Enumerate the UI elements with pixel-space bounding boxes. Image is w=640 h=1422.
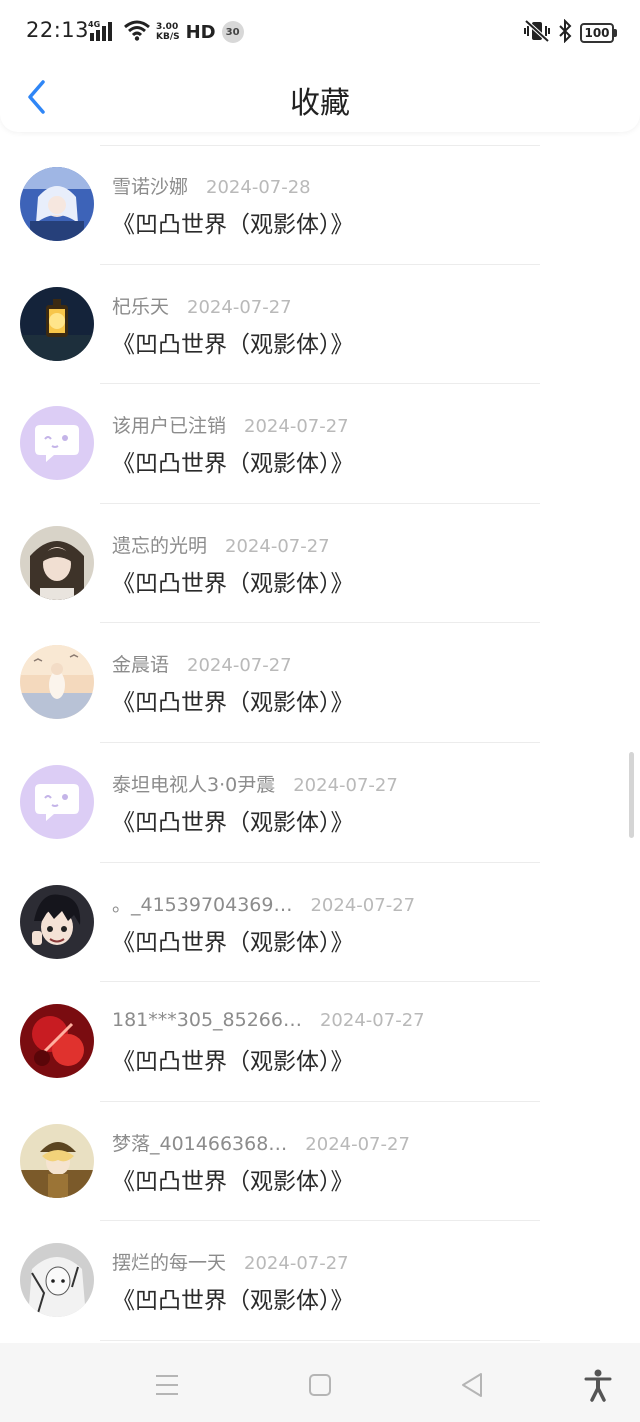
meta-row: 181***305_85266… 2024-07-27 (112, 1009, 530, 1031)
item-title[interactable]: 《凹凸世界（观影体）》 (112, 325, 354, 359)
battery-icon: 100 (580, 23, 617, 43)
accessibility-icon (584, 1369, 612, 1402)
meta-row: 泰坦电视人3·0尹震 2024-07-27 (112, 770, 530, 797)
anime-hat-avatar[interactable] (20, 1123, 94, 1198)
meta-row: 该用户已注销 2024-07-27 (112, 411, 530, 438)
item-title[interactable]: 《凹凸世界（观影体）》 (112, 564, 354, 598)
network-speed: 3.00 KB/S (156, 22, 180, 42)
home-button[interactable] (300, 1365, 340, 1405)
accessibility-button[interactable] (578, 1365, 618, 1405)
sketch-girl-avatar[interactable] (20, 1243, 94, 1318)
list-item[interactable]: 181***305_85266… 2024-07-27 《凹凸世界（观影体）》 (0, 982, 640, 1102)
username[interactable]: 该用户已注销 (112, 411, 226, 438)
date: 2024-07-27 (244, 1253, 349, 1275)
meta-row: 杞乐天 2024-07-27 (112, 292, 530, 319)
status-left-icons: 4G 3.00 KB/S HD 30 (88, 19, 244, 45)
home-square-icon (309, 1374, 331, 1396)
username[interactable]: 金晨语 (112, 650, 169, 677)
username[interactable]: 。_41539704369… (112, 890, 292, 917)
anime-blue-avatar[interactable] (20, 167, 94, 241)
list-item[interactable]: 。_41539704369… 2024-07-27 《凹凸世界（观影体）》 (0, 863, 640, 983)
date: 2024-07-27 (187, 655, 292, 677)
network-speed-value: 3.00 (156, 22, 179, 32)
favorites-screen: 22:13 4G 3.00 KB/S HD 30 100 收藏 雪诺沙娜 202… (0, 0, 640, 1422)
meta-row: 。_41539704369… 2024-07-27 (112, 890, 530, 917)
page-title: 收藏 (290, 86, 350, 121)
username[interactable]: 遗忘的光明 (112, 531, 207, 558)
bluetooth-icon (558, 18, 572, 47)
scrollbar-thumb[interactable] (629, 752, 634, 838)
back-triangle-icon (462, 1373, 482, 1397)
list-item[interactable]: 金晨语 2024-07-27 《凹凸世界（观影体）》 (0, 623, 640, 743)
date: 2024-07-27 (305, 1133, 410, 1155)
anime-girl-avatar[interactable] (20, 525, 94, 600)
username[interactable]: 泰坦电视人3·0尹震 (112, 770, 275, 797)
system-back-button[interactable] (452, 1365, 492, 1405)
favorites-list: 雪诺沙娜 2024-07-28 《凹凸世界（观影体）》 杞乐天 2024-07-… (0, 145, 640, 1341)
date: 2024-07-27 (319, 1010, 425, 1032)
item-title[interactable]: 《凹凸世界（观影体）》 (112, 1042, 354, 1076)
sunset-violin-avatar[interactable] (20, 645, 94, 720)
username[interactable]: 雪诺沙娜 (112, 172, 188, 199)
anime-boy-avatar[interactable] (20, 884, 94, 959)
meta-row: 梦落_401466368… 2024-07-27 (112, 1129, 530, 1156)
date: 2024-07-27 (225, 535, 330, 557)
item-title[interactable]: 《凹凸世界（观影体）》 (112, 444, 354, 478)
list-item[interactable]: 摆烂的每一天 2024-07-27 《凹凸世界（观影体）》 (0, 1221, 640, 1341)
system-nav-bar (0, 1343, 640, 1422)
username[interactable]: 摆烂的每一天 (112, 1248, 226, 1275)
item-title[interactable]: 《凹凸世界（观影体）》 (112, 803, 354, 837)
nav-header: 收藏 (0, 64, 640, 132)
list-item[interactable]: 杞乐天 2024-07-27 《凹凸世界（观影体）》 (0, 265, 640, 385)
item-title[interactable]: 《凹凸世界（观影体）》 (112, 1162, 354, 1196)
date: 2024-07-27 (310, 894, 416, 916)
status-time: 22:13 (26, 18, 90, 42)
date: 2024-07-27 (244, 416, 349, 438)
red-abstract-avatar[interactable] (20, 1004, 94, 1079)
divider (100, 1339, 540, 1341)
status-bar: 22:13 4G 3.00 KB/S HD 30 100 (0, 0, 640, 64)
network-type-label: 4G (88, 20, 100, 29)
menu-icon (156, 1375, 178, 1395)
date: 2024-07-27 (293, 774, 398, 796)
hd-label: HD (185, 21, 216, 43)
meta-row: 雪诺沙娜 2024-07-28 (112, 172, 530, 199)
item-title[interactable]: 《凹凸世界（观影体）》 (112, 205, 354, 239)
menu-button[interactable] (147, 1365, 187, 1405)
item-title[interactable]: 《凹凸世界（观影体）》 (112, 923, 354, 957)
status-right-icons: 100 (524, 18, 617, 47)
item-title[interactable]: 《凹凸世界（观影体）》 (112, 1281, 354, 1315)
meta-row: 摆烂的每一天 2024-07-27 (112, 1248, 530, 1275)
lantern-avatar[interactable] (20, 286, 94, 361)
vibrate-mute-icon (524, 19, 550, 47)
default-chat-avatar[interactable] (20, 406, 94, 481)
date: 2024-07-28 (206, 177, 311, 198)
list-item[interactable]: 梦落_401466368… 2024-07-27 《凹凸世界（观影体）》 (0, 1102, 640, 1222)
notification-badge: 30 (221, 21, 244, 43)
signal-icon: 4G (88, 19, 118, 45)
list-item[interactable]: 遗忘的光明 2024-07-27 《凹凸世界（观影体）》 (0, 504, 640, 624)
username[interactable]: 181***305_85266… (112, 1009, 302, 1031)
username[interactable]: 梦落_401466368… (112, 1129, 287, 1156)
list-item[interactable]: 该用户已注销 2024-07-27 《凹凸世界（观影体）》 (0, 384, 640, 504)
item-title[interactable]: 《凹凸世界（观影体）》 (112, 683, 354, 717)
meta-row: 遗忘的光明 2024-07-27 (112, 531, 530, 558)
list-item[interactable]: 雪诺沙娜 2024-07-28 《凹凸世界（观影体）》 (0, 145, 640, 265)
network-speed-unit: KB/S (156, 32, 180, 42)
date: 2024-07-27 (187, 296, 292, 318)
top-bar: 22:13 4G 3.00 KB/S HD 30 100 收藏 (0, 0, 640, 132)
wifi-icon (124, 19, 150, 45)
list-item[interactable]: 泰坦电视人3·0尹震 2024-07-27 《凹凸世界（观影体）》 (0, 743, 640, 863)
username[interactable]: 杞乐天 (112, 292, 169, 319)
meta-row: 金晨语 2024-07-27 (112, 650, 530, 677)
default-chat-avatar[interactable] (20, 764, 94, 839)
